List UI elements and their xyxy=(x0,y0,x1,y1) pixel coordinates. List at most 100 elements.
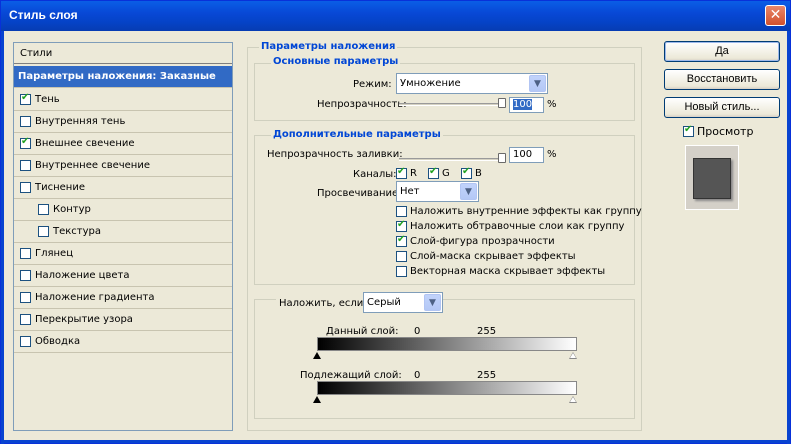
style-item-label: Тень xyxy=(35,94,60,105)
style-item-label: Внутреннее свечение xyxy=(35,160,150,171)
style-item-label: Обводка xyxy=(35,336,81,347)
style-item-checkbox[interactable] xyxy=(20,314,31,325)
opacity-unit: % xyxy=(547,99,557,110)
this-layer-white-slider[interactable] xyxy=(569,352,577,359)
underlying-black-slider[interactable] xyxy=(313,396,321,403)
reset-button[interactable]: Восстановить xyxy=(664,69,780,90)
style-item[interactable]: Тень xyxy=(14,89,232,111)
window-frame-bottom xyxy=(1,440,790,443)
style-item[interactable]: Наложение градиента xyxy=(14,287,232,309)
opacity-input[interactable]: 100 xyxy=(509,97,544,113)
style-item-checkbox[interactable] xyxy=(20,248,31,259)
styles-list: Стили Параметры наложения: Заказные Тень… xyxy=(13,42,233,431)
preview-label: Просмотр xyxy=(697,125,754,138)
basic-params-title: Основные параметры xyxy=(271,56,401,67)
new-style-button[interactable]: Новый стиль... xyxy=(664,97,780,118)
style-item-checkbox[interactable] xyxy=(20,136,31,149)
advanced-option[interactable]: Векторная маска скрывает эффекты xyxy=(396,266,605,277)
blend-if-select[interactable]: Серый ▼ xyxy=(363,292,443,313)
preview-toggle[interactable]: Просмотр xyxy=(683,124,754,138)
advanced-option-checkbox[interactable] xyxy=(396,219,407,232)
fill-opacity-input[interactable]: 100 xyxy=(509,147,544,163)
advanced-option-label: Наложить внутренние эффекты как группу xyxy=(410,206,642,217)
style-item-label: Контур xyxy=(53,204,91,215)
fill-opacity-slider-thumb[interactable] xyxy=(498,153,506,163)
knockout-select[interactable]: Нет ▼ xyxy=(396,181,479,202)
style-item-label: Тиснение xyxy=(35,182,85,193)
opacity-slider-track[interactable] xyxy=(399,103,502,106)
style-item-checkbox[interactable] xyxy=(38,204,49,215)
close-button[interactable]: ✕ xyxy=(765,5,786,26)
underlying-label: Подлежащий слой: xyxy=(300,370,402,381)
blend-mode-value: Умножение xyxy=(400,78,461,89)
advanced-params-title: Дополнительные параметры xyxy=(271,129,443,140)
window-frame-right xyxy=(787,31,790,444)
chevron-down-icon: ▼ xyxy=(460,183,477,200)
advanced-option-checkbox[interactable] xyxy=(396,234,407,247)
style-item[interactable]: Контур xyxy=(14,199,232,221)
blend-if-group xyxy=(254,299,635,419)
style-item[interactable]: Текстура xyxy=(14,221,232,243)
fill-opacity-slider-track[interactable] xyxy=(399,158,502,161)
styles-header-label: Стили xyxy=(20,47,53,59)
style-item[interactable]: Обводка xyxy=(14,331,232,353)
advanced-option[interactable]: Наложить обтравочные слои как группу xyxy=(396,219,624,232)
style-item-checkbox[interactable] xyxy=(20,270,31,281)
style-item-checkbox[interactable] xyxy=(20,92,31,105)
blend-if-value: Серый xyxy=(367,297,401,308)
style-item[interactable]: Внутренняя тень xyxy=(14,111,232,133)
mode-label: Режим: xyxy=(353,79,392,90)
styles-header[interactable]: Стили xyxy=(14,43,232,64)
styles-item-blending-options[interactable]: Параметры наложения: Заказные xyxy=(14,66,232,88)
channels-label: Каналы: xyxy=(353,169,397,180)
blend-mode-select[interactable]: Умножение ▼ xyxy=(396,73,548,94)
style-item-checkbox[interactable] xyxy=(20,160,31,171)
style-item-checkbox[interactable] xyxy=(20,292,31,303)
underlying-gradient xyxy=(317,381,577,395)
style-item-checkbox[interactable] xyxy=(20,336,31,347)
style-item-label: Глянец xyxy=(35,248,74,259)
advanced-option[interactable]: Слой-фигура прозрачности xyxy=(396,234,555,247)
advanced-option[interactable]: Слой-маска скрывает эффекты xyxy=(396,251,576,262)
window-title: Стиль слоя xyxy=(9,8,78,22)
advanced-option-label: Слой-фигура прозрачности xyxy=(410,236,555,247)
this-layer-max: 255 xyxy=(477,326,497,337)
style-item[interactable]: Наложение цвета xyxy=(14,265,232,287)
underlying-white-slider[interactable] xyxy=(569,396,577,403)
style-item-label: Текстура xyxy=(53,226,102,237)
this-layer-black-slider[interactable] xyxy=(313,352,321,359)
fill-opacity-value: 100 xyxy=(513,149,533,160)
preview-checkbox[interactable] xyxy=(683,124,694,137)
channel-r[interactable]: R xyxy=(396,166,417,179)
blending-options-label: Параметры наложения: Заказные xyxy=(18,71,216,82)
channel-b-label: B xyxy=(475,168,482,179)
style-item[interactable]: Тиснение xyxy=(14,177,232,199)
window-frame-left xyxy=(1,31,4,444)
channel-g-checkbox[interactable] xyxy=(428,166,439,179)
channel-b-checkbox[interactable] xyxy=(461,166,472,179)
advanced-option[interactable]: Наложить внутренние эффекты как группу xyxy=(396,206,642,217)
ok-button[interactable]: Да xyxy=(664,41,780,62)
opacity-slider-thumb[interactable] xyxy=(498,98,506,108)
advanced-option-label: Слой-маска скрывает эффекты xyxy=(410,251,576,262)
style-item-checkbox[interactable] xyxy=(38,226,49,237)
style-item-checkbox[interactable] xyxy=(20,116,31,127)
advanced-option-label: Векторная маска скрывает эффекты xyxy=(410,266,606,277)
style-item[interactable]: Перекрытие узора xyxy=(14,309,232,331)
style-item[interactable]: Внешнее свечение xyxy=(14,133,232,155)
style-item-checkbox[interactable] xyxy=(20,182,31,193)
underlying-min: 0 xyxy=(414,370,421,381)
advanced-option-checkbox[interactable] xyxy=(396,251,407,262)
this-layer-min: 0 xyxy=(414,326,421,337)
channel-b[interactable]: B xyxy=(461,166,482,179)
style-item[interactable]: Глянец xyxy=(14,243,232,265)
advanced-option-checkbox[interactable] xyxy=(396,206,407,217)
advanced-option-checkbox[interactable] xyxy=(396,266,407,277)
this-layer-gradient xyxy=(317,337,577,351)
title-bar[interactable]: Стиль слоя ✕ xyxy=(1,1,790,31)
blending-options-title: Параметры наложения xyxy=(259,41,398,52)
channel-g[interactable]: G xyxy=(428,166,450,179)
channel-r-checkbox[interactable] xyxy=(396,166,407,179)
style-item[interactable]: Внутреннее свечение xyxy=(14,155,232,177)
knockout-label: Просвечивание: xyxy=(317,188,402,199)
